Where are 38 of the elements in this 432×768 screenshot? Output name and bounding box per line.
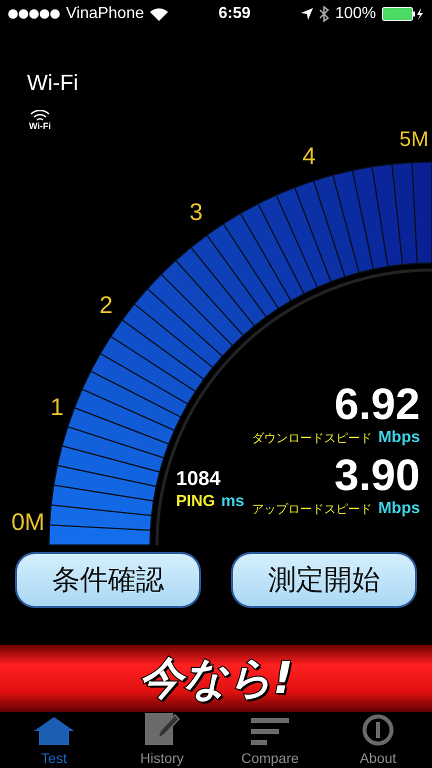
- tab[interactable]: About: [324, 712, 432, 768]
- wifi-label: Wi-Fi: [29, 122, 51, 131]
- gauge-tick-label: 3: [189, 199, 203, 226]
- speed-label: ダウンロードスピード: [252, 430, 372, 447]
- ping-value: 1084: [176, 468, 222, 491]
- bars-icon: [251, 718, 289, 746]
- action-button[interactable]: 測定開始: [231, 552, 417, 608]
- gauge-tick-label: 1: [50, 394, 64, 421]
- action-button[interactable]: 条件確認: [15, 552, 201, 608]
- wifi-icon: [150, 8, 168, 20]
- unit-label: Mbps: [378, 500, 420, 518]
- battery-charging-icon: [382, 7, 424, 21]
- signal-icon: [8, 9, 60, 19]
- bluetooth-icon: [319, 6, 330, 22]
- gauge-tick-label: 2: [99, 292, 113, 319]
- notepad-icon: [144, 712, 180, 746]
- tab[interactable]: History: [108, 712, 216, 768]
- speed-value: 6.92: [334, 383, 420, 427]
- gauge-tick-label: 0M: [11, 509, 45, 536]
- gauge-tick-label: 5M: [399, 128, 429, 151]
- speed-label: アップロードスピード: [252, 501, 372, 518]
- clock-time: 6:59: [218, 5, 251, 23]
- promo-banner[interactable]: 今なら!: [0, 645, 432, 712]
- unit-label: ms: [221, 493, 244, 511]
- house-icon: [33, 716, 75, 746]
- location-icon: [301, 8, 314, 20]
- tab[interactable]: Test: [0, 712, 108, 768]
- speed-value: 3.90: [334, 454, 420, 498]
- ping-label: PING: [176, 493, 216, 511]
- wifi-icon: [30, 110, 50, 122]
- unit-label: Mbps: [378, 429, 420, 447]
- gauge-tick-label: 4: [302, 143, 316, 170]
- carrier-name: VinaPhone: [66, 5, 144, 23]
- banner-text: 今なら!: [138, 652, 294, 706]
- connection-title: Wi-Fi: [27, 70, 78, 96]
- info-icon: [362, 714, 394, 746]
- battery-percent: 100%: [335, 5, 376, 23]
- tab[interactable]: Compare: [216, 712, 324, 768]
